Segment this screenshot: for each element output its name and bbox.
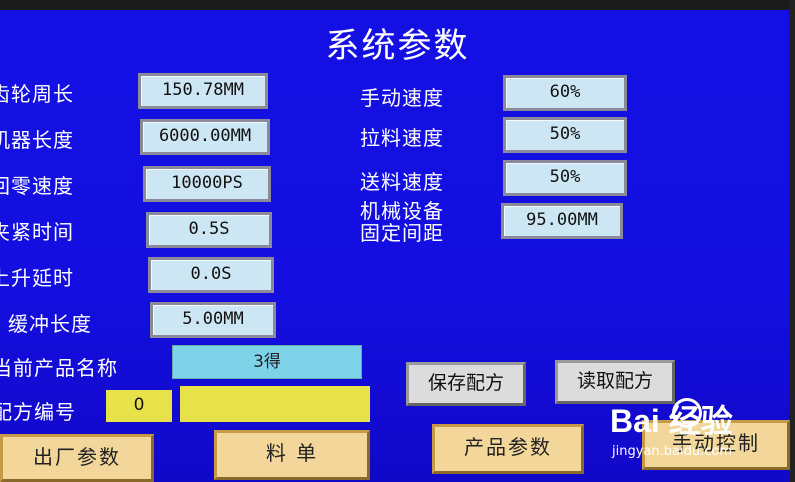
clamp-time-field[interactable]: 0.5S [146, 212, 272, 248]
recipe-number-label: 配方编号 [0, 400, 76, 424]
fixed-spacing-field[interactable]: 95.00MM [501, 203, 623, 239]
lift-delay-label: 上升延时 [0, 266, 74, 290]
homing-speed-field[interactable]: 10000PS [143, 166, 271, 202]
feed-speed-field[interactable]: 50% [503, 160, 627, 196]
save-recipe-button[interactable]: 保存配方 [406, 362, 526, 406]
material-list-button[interactable]: 料 单 [214, 430, 370, 480]
buffer-length-label: 缓冲长度 [8, 312, 92, 336]
recipe-number-field[interactable]: 0 [106, 390, 172, 422]
paw-logo-icon [672, 398, 702, 428]
baidu-jingyan-watermark: Bai 经验 jingyan.baidu.com [610, 396, 790, 462]
manual-speed-field[interactable]: 60% [503, 75, 627, 111]
factory-params-button[interactable]: 出厂参数 [0, 434, 154, 482]
fixed-spacing-label-line1: 机械设备 [360, 199, 444, 223]
clamp-time-label: 夹紧时间 [0, 220, 74, 244]
homing-speed-label: 回零速度 [0, 174, 74, 198]
watermark-logo-text: Bai 经验 [610, 403, 733, 439]
buffer-length-field[interactable]: 5.00MM [150, 302, 276, 338]
gear-circumference-label: 齿轮周长 [0, 82, 74, 106]
fixed-spacing-label: 机械设备 固定间距 [360, 200, 444, 244]
product-params-button[interactable]: 产品参数 [432, 424, 584, 474]
gear-circumference-field[interactable]: 150.78MM [138, 73, 268, 109]
manual-speed-label: 手动速度 [360, 86, 444, 110]
product-name-field[interactable]: 3得 [172, 345, 362, 379]
recipe-name-field[interactable] [180, 386, 370, 422]
hmi-screen: 系统参数 齿轮周长 150.78MM 机器长度 6000.00MM 回零速度 1… [0, 0, 795, 482]
pull-speed-label: 拉料速度 [360, 126, 444, 150]
machine-length-label: 机器长度 [0, 128, 74, 152]
screen-bezel-top [0, 0, 795, 10]
pull-speed-field[interactable]: 50% [503, 117, 627, 153]
lift-delay-field[interactable]: 0.0S [148, 257, 274, 293]
page-title: 系统参数 [325, 26, 470, 66]
feed-speed-label: 送料速度 [360, 170, 444, 194]
fixed-spacing-label-line2: 固定间距 [360, 221, 444, 245]
watermark-url: jingyan.baidu.com [612, 444, 732, 459]
product-name-label: 当前产品名称 [0, 356, 118, 380]
machine-length-field[interactable]: 6000.00MM [140, 119, 270, 155]
